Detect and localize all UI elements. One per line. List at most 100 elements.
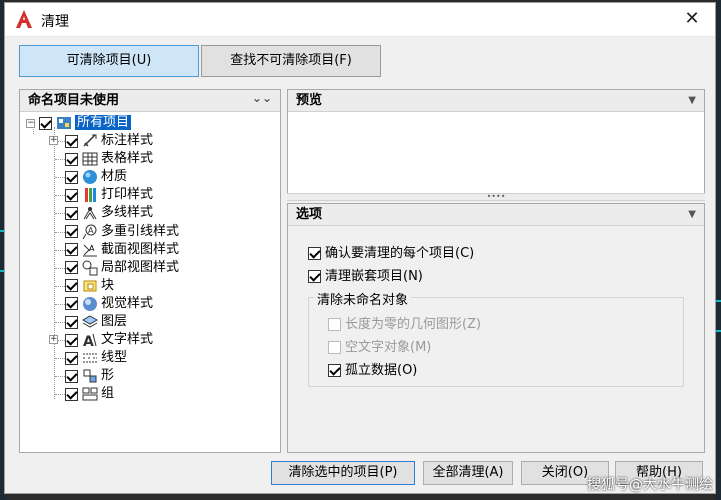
all-items-icon — [57, 117, 71, 129]
tree-guide — [55, 159, 65, 161]
tree-guide — [55, 213, 65, 215]
tree-item-label: 线型 — [101, 350, 128, 366]
svg-text:A: A — [88, 226, 94, 235]
tree-item-checkbox[interactable] — [65, 315, 78, 329]
expand-icon[interactable]: + — [49, 335, 58, 345]
shape-icon — [83, 369, 97, 383]
named-items-header: 命名项目未使用 ⌄⌄ — [20, 90, 280, 112]
tree-item-label: 材质 — [101, 169, 128, 185]
tree-guide — [55, 195, 65, 197]
orphaned-data-label: 孤立数据(O) — [345, 363, 418, 378]
tree-item[interactable]: 局部视图样式 — [65, 259, 179, 277]
tree-item[interactable]: 视觉样式 — [65, 295, 153, 313]
tree-item[interactable]: 标注样式 — [65, 132, 153, 150]
unnamed-objects-title: 清除未命名对象 — [314, 289, 412, 308]
purge-all-button[interactable]: 全部清理(A) — [423, 461, 513, 485]
tree-guide — [55, 358, 65, 360]
tree-item[interactable]: 表格样式 — [65, 150, 153, 168]
root-label: 所有项目 — [75, 115, 132, 130]
background-line — [716, 330, 721, 332]
purge-nested-option[interactable]: 清理嵌套项目(N) — [308, 267, 423, 287]
tree-guide — [55, 394, 65, 396]
tree-item-checkbox[interactable] — [65, 188, 78, 202]
empty-text-label: 空文字对象(M) — [345, 340, 432, 355]
named-items-title: 命名项目未使用 — [28, 93, 120, 108]
tree-item-label: 视觉样式 — [101, 295, 154, 311]
confirm-each-option[interactable]: 确认要清理的每个项目(C) — [308, 244, 474, 264]
options-header: 选项 ▼ — [288, 204, 704, 226]
tree-item[interactable]: A 截面视图样式 — [65, 241, 179, 259]
preview-header: 预览 ▼ — [288, 90, 704, 112]
tab-find-non-purgeable[interactable]: 查找不可清除项目(F) — [201, 45, 381, 77]
zero-length-option: 长度为零的几何图形(Z) — [328, 315, 481, 335]
tree-guide — [55, 177, 65, 179]
tree-item-checkbox[interactable] — [65, 297, 78, 311]
orphaned-data-checkbox[interactable] — [328, 364, 341, 377]
tree-item-label: 局部视图样式 — [101, 259, 180, 275]
tree-item[interactable]: 组 — [65, 385, 114, 403]
collapse-icon[interactable]: ⌄⌄ — [252, 88, 272, 109]
tree-guide — [55, 249, 65, 251]
expand-icon[interactable]: + — [49, 136, 58, 145]
items-tree: − 所有项目 + 标注样式表格样式材质 打印样式 多线样式 A 多重引线样式 A 截面视图样式局… — [20, 113, 280, 452]
tree-item-checkbox[interactable] — [65, 387, 78, 401]
options-collapse-icon[interactable]: ▼ — [688, 204, 696, 225]
tree-root[interactable]: − 所有项目 — [26, 114, 132, 132]
zero-length-checkbox — [328, 318, 341, 331]
options-title: 选项 — [296, 207, 323, 222]
options-panel: 选项 ▼ 确认要清理的每个项目(C) 清理嵌套项目(N) 清除未命名对象 长度为… — [287, 203, 705, 453]
dimension-style-icon — [83, 134, 97, 147]
collapse-tree-icon[interactable]: − — [26, 118, 35, 128]
tree-item-checkbox[interactable] — [65, 134, 78, 148]
tree-item-label: 表格样式 — [101, 151, 154, 167]
window-title: 清理 — [41, 14, 69, 30]
empty-text-option: 空文字对象(M) — [328, 338, 431, 358]
zero-length-label: 长度为零的几何图形(Z) — [345, 317, 482, 332]
tree-item-checkbox[interactable] — [65, 225, 78, 238]
orphaned-data-option[interactable]: 孤立数据(O) — [328, 361, 417, 381]
tree-item[interactable]: 块 — [65, 277, 114, 295]
tree-item[interactable]: 材质 — [65, 168, 127, 186]
tree-item-checkbox[interactable] — [65, 243, 78, 257]
tree-guide — [55, 303, 65, 305]
panel-splitter[interactable]: •••• — [287, 193, 705, 201]
tree-item-checkbox[interactable] — [65, 206, 78, 220]
section-view-style-icon: A — [83, 244, 97, 257]
tree-item-label: 多线样式 — [101, 205, 154, 221]
tree-guide — [55, 267, 65, 269]
tree-item-checkbox[interactable] — [65, 369, 78, 383]
close-icon[interactable]: ✕ — [681, 9, 703, 31]
root-checkbox[interactable] — [39, 116, 52, 130]
purge-selected-button[interactable]: 清除选中的项目(P) — [271, 461, 415, 485]
tree-item[interactable]: 多线样式 — [65, 204, 153, 222]
tree-item[interactable]: 线型 — [65, 349, 127, 367]
confirm-each-checkbox[interactable] — [308, 247, 321, 260]
named-items-panel: 命名项目未使用 ⌄⌄ − 所有项目 + 标注样式表格样式材质 打印样式 多线样式 A 多重引… — [19, 89, 281, 453]
background-line — [716, 300, 721, 302]
confirm-each-label: 确认要清理的每个项目(C) — [325, 246, 475, 261]
preview-collapse-icon[interactable]: ▼ — [688, 90, 696, 111]
tree-item[interactable]: A 多重引线样式 — [65, 223, 179, 241]
tree-item-checkbox[interactable] — [65, 261, 78, 275]
multiline-style-icon — [83, 207, 97, 220]
tab-purgeable-items[interactable]: 可清除项目(U) — [19, 45, 199, 77]
tree-item-checkbox[interactable] — [65, 152, 78, 166]
tree-item-checkbox[interactable] — [65, 351, 78, 365]
tree-item-checkbox[interactable] — [65, 333, 78, 347]
tree-item[interactable]: A 文字样式 — [65, 331, 153, 349]
title-bar: 清理 ✕ — [5, 3, 715, 37]
tree-item[interactable]: 图层 — [65, 313, 127, 331]
tree-item-checkbox[interactable] — [65, 170, 78, 184]
tree-item[interactable]: 打印样式 — [65, 186, 153, 204]
svg-text:A: A — [83, 334, 94, 348]
tree-item-label: 组 — [101, 386, 115, 402]
tree-item-label: 标注样式 — [101, 133, 154, 148]
mleader-style-icon: A — [82, 224, 97, 239]
group-icon — [82, 387, 98, 401]
purge-dialog: 清理 ✕ 可清除项目(U) 查找不可清除项目(F) 命名项目未使用 ⌄⌄ − 所有… — [4, 2, 716, 494]
tree-item[interactable]: 形 — [65, 367, 114, 385]
empty-text-checkbox — [328, 341, 341, 354]
purge-nested-checkbox[interactable] — [308, 270, 321, 283]
purge-nested-label: 清理嵌套项目(N) — [325, 269, 423, 284]
tree-item-checkbox[interactable] — [65, 279, 78, 293]
